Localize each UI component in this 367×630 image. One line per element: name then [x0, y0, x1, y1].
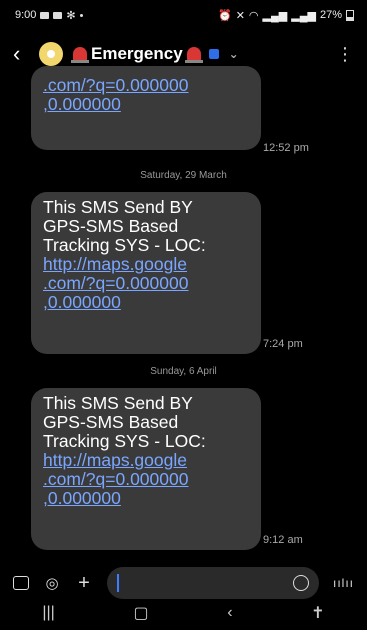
- message-time: 7:24 pm: [263, 338, 303, 350]
- fan-icon: ✻: [66, 9, 76, 22]
- message-time: 12:52 pm: [263, 142, 309, 154]
- chevron-down-icon[interactable]: ⌄: [229, 47, 239, 61]
- accessibility-icon[interactable]: ✝: [311, 603, 324, 623]
- message-text: This SMS Send BY GPS-SMS Based Tracking …: [43, 197, 206, 255]
- back-arrow-icon[interactable]: ‹: [13, 41, 39, 67]
- back-nav-icon[interactable]: ‹: [227, 604, 232, 622]
- battery-percent: 27%: [319, 9, 342, 21]
- message-bubble[interactable]: This SMS Send BY GPS-SMS Based Tracking …: [31, 388, 261, 550]
- phone-screen: 9:00 ✻ ⏰ ✕ ◠ ▂▄▆ ▂▄▆ 27% ‹ Emergency ⌄ ⋮: [3, 4, 364, 626]
- battery-icon: [346, 9, 354, 21]
- person-icon: [47, 50, 55, 58]
- mute-icon: ✕: [235, 9, 245, 22]
- siren-emoji-icon: [71, 47, 89, 63]
- sim-badge-icon: [208, 49, 219, 59]
- notification-icon: [40, 11, 50, 19]
- gallery-icon[interactable]: [13, 576, 29, 590]
- message-link[interactable]: http://maps.google .com/?q=0.000000 ,0.0…: [43, 255, 249, 312]
- voice-record-icon[interactable]: ıılıı: [333, 576, 354, 590]
- message-list[interactable]: .com/?q=0.000000 ,0.000000 12:52 pm Satu…: [3, 66, 364, 554]
- wifi-icon: ◠: [248, 9, 259, 22]
- more-notifications-icon: [79, 13, 83, 17]
- date-divider: Saturday, 29 March: [140, 170, 227, 181]
- system-nav-bar: ||| ▢ ‹ ✝: [3, 600, 364, 626]
- status-time: 9:00: [15, 9, 37, 21]
- text-cursor: [117, 574, 119, 592]
- add-attachment-icon[interactable]: +: [75, 572, 93, 595]
- signal-icon: ▂▄▆: [262, 9, 288, 22]
- recent-apps-icon[interactable]: |||: [42, 604, 54, 622]
- camera-icon[interactable]: ◎: [43, 574, 61, 592]
- message-time: 9:12 am: [263, 534, 303, 546]
- date-divider: Sunday, 6 April: [150, 366, 217, 377]
- message-link[interactable]: .com/?q=0.000000 ,0.000000: [43, 75, 188, 114]
- contact-name: Emergency: [91, 44, 183, 63]
- emoji-icon[interactable]: [292, 575, 309, 591]
- instagram-icon: [53, 11, 63, 19]
- message-input[interactable]: [107, 567, 319, 599]
- alarm-icon: ⏰: [218, 9, 232, 22]
- home-icon[interactable]: ▢: [133, 603, 148, 623]
- signal-2-icon: ▂▄▆: [291, 9, 316, 22]
- message-bubble[interactable]: This SMS Send BY GPS-SMS Based Tracking …: [31, 192, 261, 354]
- status-bar: 9:00 ✻ ⏰ ✕ ◠ ▂▄▆ ▂▄▆ 27%: [3, 4, 364, 26]
- more-options-icon[interactable]: ⋮: [336, 44, 354, 65]
- siren-emoji-icon-2: [184, 47, 203, 63]
- message-text: This SMS Send BY GPS-SMS Based Tracking …: [43, 393, 206, 451]
- message-link[interactable]: http://maps.google .com/?q=0.000000 ,0.0…: [43, 451, 249, 508]
- contact-title[interactable]: Emergency ⌄: [71, 44, 239, 64]
- contact-avatar[interactable]: [39, 42, 63, 66]
- compose-bar: ◎ + ıılıı: [3, 566, 364, 600]
- message-bubble[interactable]: .com/?q=0.000000 ,0.000000: [31, 66, 261, 150]
